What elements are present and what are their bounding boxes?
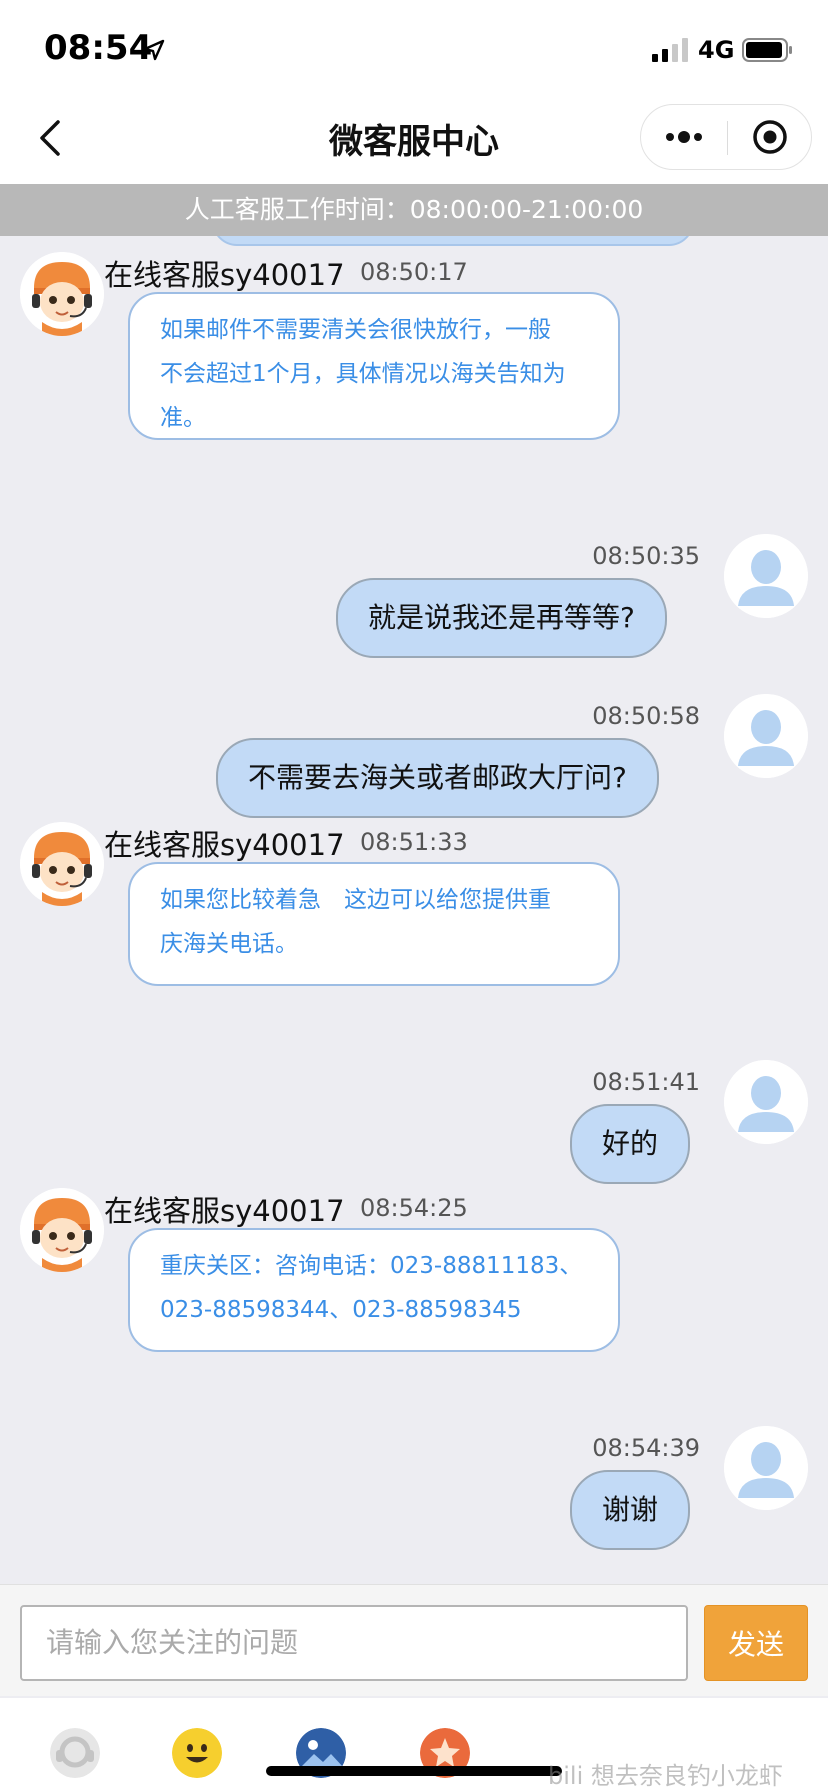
user-message-bubble: 好的 bbox=[570, 1104, 691, 1184]
message-line: 如果邮件不需要清关会很快放行，一般 bbox=[160, 317, 551, 343]
agent-avatar-icon bbox=[20, 1188, 104, 1272]
status-bar: 08:54 4G bbox=[0, 0, 828, 92]
more-button[interactable] bbox=[641, 105, 727, 169]
agent-avatar bbox=[20, 1188, 104, 1272]
message-time: 08:50:17 bbox=[360, 258, 468, 286]
signal-icon bbox=[652, 38, 688, 62]
emoji-icon[interactable] bbox=[172, 1728, 222, 1778]
user-avatar bbox=[724, 1426, 808, 1510]
message-time: 08:54:39 bbox=[592, 1434, 700, 1462]
message-time: 08:51:41 bbox=[592, 1068, 700, 1096]
agent-message-bubble: 如果您比较着急 这边可以给您提供重 庆海关电话。 bbox=[128, 862, 620, 986]
message-time: 08:50:58 bbox=[592, 702, 700, 730]
message-line: 庆海关电话。 bbox=[160, 931, 298, 957]
message-line: 重庆关区：咨询电话：023-88811183、 bbox=[160, 1253, 583, 1279]
message-time: 08:50:35 bbox=[592, 542, 700, 570]
user-message-bubble: 就是说我还是再等等? bbox=[336, 578, 667, 658]
message-line: 准。 bbox=[160, 405, 206, 431]
location-arrow-icon bbox=[143, 39, 165, 61]
message-line: 不会超过1个月，具体情况以海关告知为 bbox=[160, 361, 566, 387]
message-input[interactable] bbox=[20, 1605, 688, 1681]
agent-message-bubble: 如果邮件不需要清关会很快放行，一般 不会超过1个月，具体情况以海关告知为 准。 bbox=[128, 292, 620, 440]
agent-message-bubble: 重庆关区：咨询电话：023-88811183、 023-88598344、023… bbox=[128, 1228, 620, 1352]
message-line: 如果您比较着急 这边可以给您提供重 bbox=[160, 887, 551, 913]
watermark: bili 想去奈良钓小龙虾 bbox=[548, 1762, 783, 1790]
mini-program-capsule bbox=[640, 104, 812, 170]
agent-avatar bbox=[20, 822, 104, 906]
more-dots-icon bbox=[666, 131, 702, 143]
target-close-icon bbox=[753, 120, 787, 154]
agent-avatar-icon bbox=[20, 822, 104, 906]
user-avatar-icon bbox=[724, 1426, 808, 1510]
user-avatar bbox=[724, 534, 808, 618]
user-avatar bbox=[724, 1060, 808, 1144]
user-avatar bbox=[724, 694, 808, 778]
status-time: 08:54 bbox=[44, 28, 153, 68]
previous-message-bubble bbox=[212, 236, 694, 246]
agent-avatar-icon bbox=[20, 252, 104, 336]
network-label: 4G bbox=[698, 36, 735, 64]
service-icon[interactable] bbox=[50, 1728, 100, 1778]
user-avatar-icon bbox=[724, 1060, 808, 1144]
message-line: 023-88598344、023-88598345 bbox=[160, 1297, 522, 1323]
user-avatar-icon bbox=[724, 694, 808, 778]
work-hours-banner: 人工客服工作时间：08:00:00-21:00:00 bbox=[0, 184, 828, 236]
battery-icon bbox=[742, 38, 792, 62]
chat-list[interactable]: 在线客服sy40017 08:50:17 如果邮件不需要清关会很快放行，一般 不… bbox=[0, 236, 828, 1584]
agent-avatar bbox=[20, 252, 104, 336]
agent-name: 在线客服sy40017 bbox=[104, 258, 345, 292]
user-message-bubble: 不需要去海关或者邮政大厅问? bbox=[216, 738, 659, 818]
user-avatar-icon bbox=[724, 534, 808, 618]
chat-screen: 08:54 4G 微客服中心 人工客服工作时间：08:00:00-21:00:0… bbox=[0, 0, 828, 1792]
input-bar: 发送 bbox=[0, 1584, 828, 1696]
user-message-bubble: 谢谢 bbox=[570, 1470, 691, 1550]
send-button[interactable]: 发送 bbox=[704, 1605, 808, 1681]
agent-name: 在线客服sy40017 bbox=[104, 828, 345, 862]
home-indicator[interactable] bbox=[266, 1766, 562, 1776]
agent-name: 在线客服sy40017 bbox=[104, 1194, 345, 1228]
nav-bar: 微客服中心 bbox=[0, 92, 828, 184]
message-time: 08:51:33 bbox=[360, 828, 468, 856]
close-mini-program-button[interactable] bbox=[728, 105, 812, 169]
message-time: 08:54:25 bbox=[360, 1194, 468, 1222]
